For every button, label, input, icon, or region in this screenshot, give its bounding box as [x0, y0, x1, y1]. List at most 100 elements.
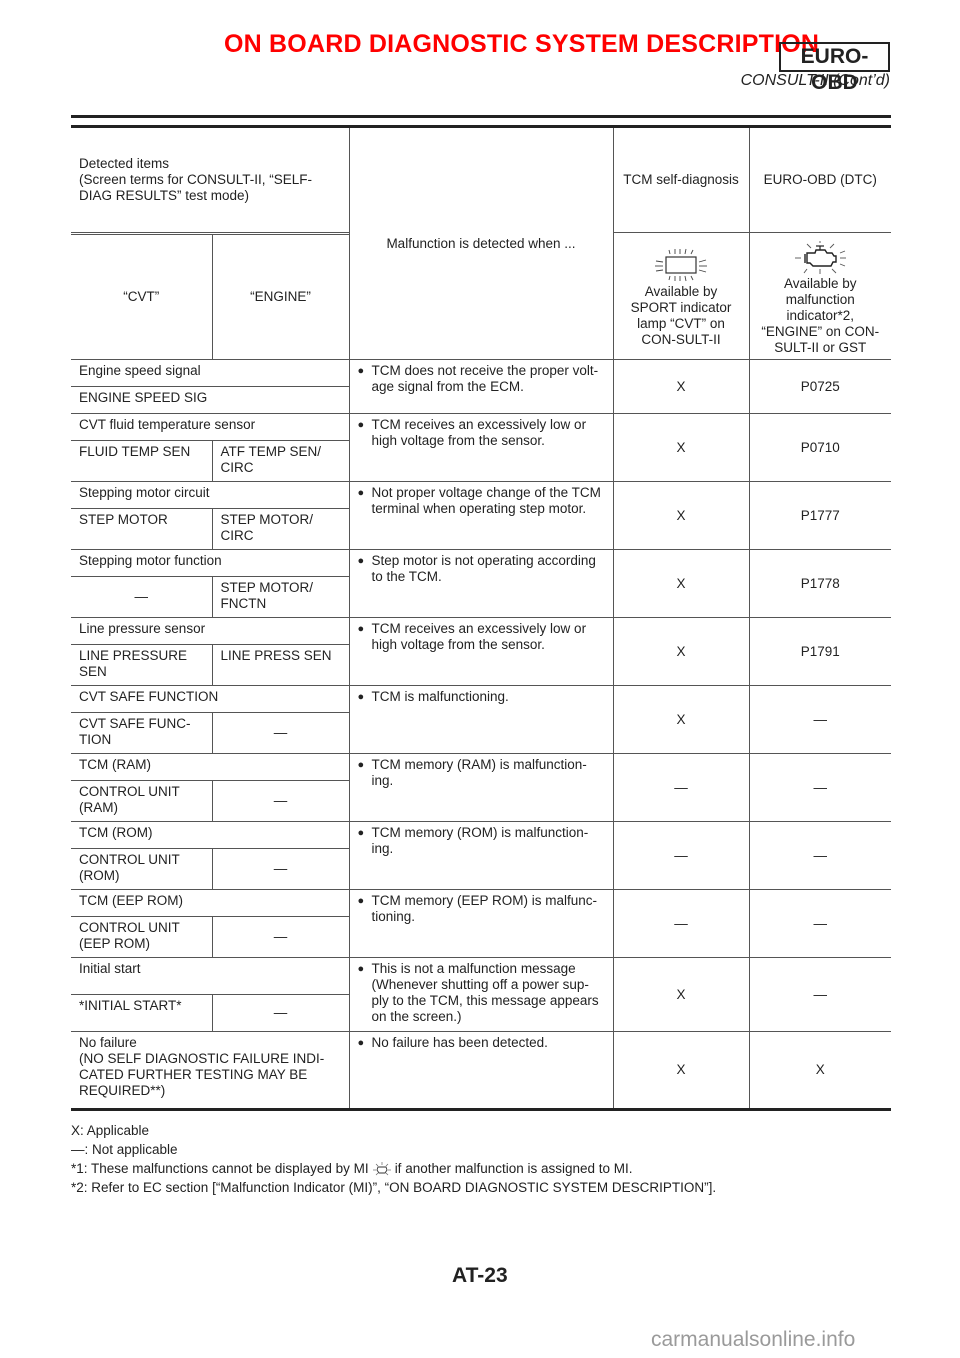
cvt-term: STEP MOTOR	[71, 508, 213, 550]
engine-term: STEP MOTOR/ FNCTN	[211, 576, 350, 618]
cvt-term: CVT SAFE FUNC-TION	[71, 712, 213, 754]
malfunction-cell: ● Step motor is not operating according t…	[348, 549, 614, 618]
watermark-link[interactable]: carmanualsonline.info	[651, 1328, 855, 1352]
table-row: Stepping motor circuit ● Not proper volta…	[71, 481, 891, 550]
malfunction-cell: ● TCM receives an excessively low or high…	[348, 617, 614, 686]
engine-term: —	[211, 780, 350, 822]
table-row: CVT fluid temperature sensor ● TCM receiv…	[71, 413, 891, 482]
malfunction-cell: ● TCM does not receive the proper volt-ag…	[348, 359, 614, 414]
header-detected-items: Detected items (Screen terms for CONSULT…	[71, 125, 350, 233]
engine-term: —	[211, 994, 350, 1032]
header-malfunction: Malfunction is detected when ...	[348, 125, 614, 360]
mi-lamp-icon	[372, 1162, 391, 1176]
table-notes: X: Applicable —: Not applicable *1: Thes…	[71, 1121, 716, 1197]
header-engine: “ENGINE”	[211, 233, 350, 361]
dtc-value: P1791	[748, 617, 891, 686]
dtc-value: X	[748, 1031, 891, 1111]
tcm-value: X	[612, 413, 750, 482]
header-tcm-icon-cell: Available by SPORT indicator lamp “CVT” …	[612, 232, 750, 360]
section-subtitle: CONSULT-II (Cont’d)	[740, 72, 890, 89]
tcm-value: X	[612, 549, 750, 618]
item-name: TCM (RAM)	[71, 753, 350, 781]
tcm-value: X	[612, 685, 750, 754]
table-row: Line pressure sensor ● TCM receives an ex…	[71, 617, 891, 686]
table-row: Stepping motor function ● Step motor is n…	[71, 549, 891, 618]
tcm-value: X	[612, 359, 750, 414]
tcm-value: X	[612, 617, 750, 686]
tcm-availability-text: Available by SPORT indicator lamp “CVT” …	[630, 284, 732, 347]
engine-term: —	[211, 916, 350, 958]
cvt-term: CONTROL UNIT (EEP ROM)	[71, 916, 213, 958]
malfunction-cell: ● TCM memory (EEP ROM) is malfunc-tioning…	[348, 889, 614, 958]
malfunction-cell: ● TCM receives an excessively low or high…	[348, 413, 614, 482]
table-row: TCM (EEP ROM) ● TCM memory (EEP ROM) is m…	[71, 889, 891, 958]
table-row: Engine speed signal ● TCM does not receiv…	[71, 359, 891, 414]
table-row: No failure (NO SELF DIAGNOSTIC FAILURE I…	[71, 1031, 891, 1111]
header-cvt: “CVT”	[71, 233, 213, 361]
malfunction-cell: ● TCM memory (ROM) is malfunction-ing.	[348, 821, 614, 890]
obd-availability-text: Available by malfunction indicator*2, “E…	[761, 276, 880, 355]
sport-indicator-lamp-icon	[655, 248, 707, 282]
page-number: AT-23	[452, 1264, 508, 1287]
malfunction-cell: ● No failure has been detected.	[348, 1031, 614, 1111]
header-tcm-self-diagnosis: TCM self-diagnosis	[612, 125, 750, 233]
engine-term: —	[211, 848, 350, 890]
cvt-term: CONTROL UNIT (ROM)	[71, 848, 213, 890]
engine-term: ATF TEMP SEN/ CIRC	[211, 440, 350, 482]
cvt-term: FLUID TEMP SEN	[71, 440, 213, 482]
table-row: CVT SAFE FUNCTION ● TCM is malfunctioning…	[71, 685, 891, 754]
cvt-term: CONTROL UNIT (RAM)	[71, 780, 213, 822]
note-1: *1: These malfunctions cannot be display…	[71, 1161, 633, 1176]
dtc-value: —	[748, 821, 891, 890]
item-name: Line pressure sensor	[71, 617, 350, 645]
euro-obd-badge: EURO-OBD	[779, 42, 890, 94]
item-name: TCM (EEP ROM)	[71, 889, 350, 917]
item-name: CVT fluid temperature sensor	[71, 413, 350, 441]
dtc-value: —	[748, 685, 891, 754]
dtc-value: —	[748, 957, 891, 1032]
tcm-value: X	[612, 957, 750, 1032]
note-not-applicable: —: Not applicable	[71, 1142, 178, 1157]
malfunction-indicator-engine-icon	[795, 241, 847, 274]
item-name: CVT SAFE FUNCTION	[71, 685, 350, 713]
dtc-value: P1778	[748, 549, 891, 618]
tcm-value: —	[612, 889, 750, 958]
item-name: Engine speed signal	[71, 359, 350, 387]
table-row: TCM (RAM) ● TCM memory (RAM) is malfuncti…	[71, 753, 891, 822]
note-2: *2: Refer to EC section [“Malfunction In…	[71, 1180, 717, 1195]
table-row: Initial start ● This is not a malfunction…	[71, 957, 891, 1032]
dtc-value: P0710	[748, 413, 891, 482]
item-name: Initial start	[71, 957, 350, 995]
header-rule	[71, 115, 891, 118]
item-name: Stepping motor circuit	[71, 481, 350, 509]
header-euro-obd: EURO-OBD (DTC)	[748, 125, 891, 233]
dtc-value: —	[748, 889, 891, 958]
cvt-term: *INITIAL START*	[71, 994, 213, 1032]
diagnostic-items-table: Detected items (Screen terms for CONSULT…	[71, 125, 891, 1111]
malfunction-cell: ● TCM memory (RAM) is malfunction-ing.	[348, 753, 614, 822]
dtc-value: —	[748, 753, 891, 822]
dtc-value: P0725	[748, 359, 891, 414]
malfunction-cell: ● This is not a malfunction message (When…	[348, 957, 614, 1032]
item-name: No failure (NO SELF DIAGNOSTIC FAILURE I…	[71, 1031, 350, 1111]
engine-term: —	[211, 712, 350, 754]
header-obd-icon-cell: Available by malfunction indicator*2, “E…	[748, 232, 891, 360]
malfunction-cell: ● TCM is malfunctioning.	[348, 685, 614, 754]
tcm-value: X	[612, 1031, 750, 1111]
engine-term: STEP MOTOR/ CIRC	[211, 508, 350, 550]
table-row: TCM (ROM) ● TCM memory (ROM) is malfuncti…	[71, 821, 891, 890]
tcm-value: X	[612, 481, 750, 550]
item-name: TCM (ROM)	[71, 821, 350, 849]
section-title: ON BOARD DIAGNOSTIC SYSTEM DESCRIPTION	[224, 30, 820, 58]
item-name: Stepping motor function	[71, 549, 350, 577]
cvt-term: —	[71, 576, 213, 618]
tcm-value: —	[612, 753, 750, 822]
cvt-term: ENGINE SPEED SIG	[71, 386, 350, 414]
cvt-term: LINE PRESSURE SEN	[71, 644, 213, 686]
dtc-value: P1777	[748, 481, 891, 550]
note-applicable: X: Applicable	[71, 1123, 150, 1138]
malfunction-cell: ● Not proper voltage change of the TCM te…	[348, 481, 614, 550]
tcm-value: —	[612, 821, 750, 890]
engine-term: LINE PRESS SEN	[211, 644, 350, 686]
table-header-row: Detected items (Screen terms for CONSULT…	[71, 125, 891, 360]
